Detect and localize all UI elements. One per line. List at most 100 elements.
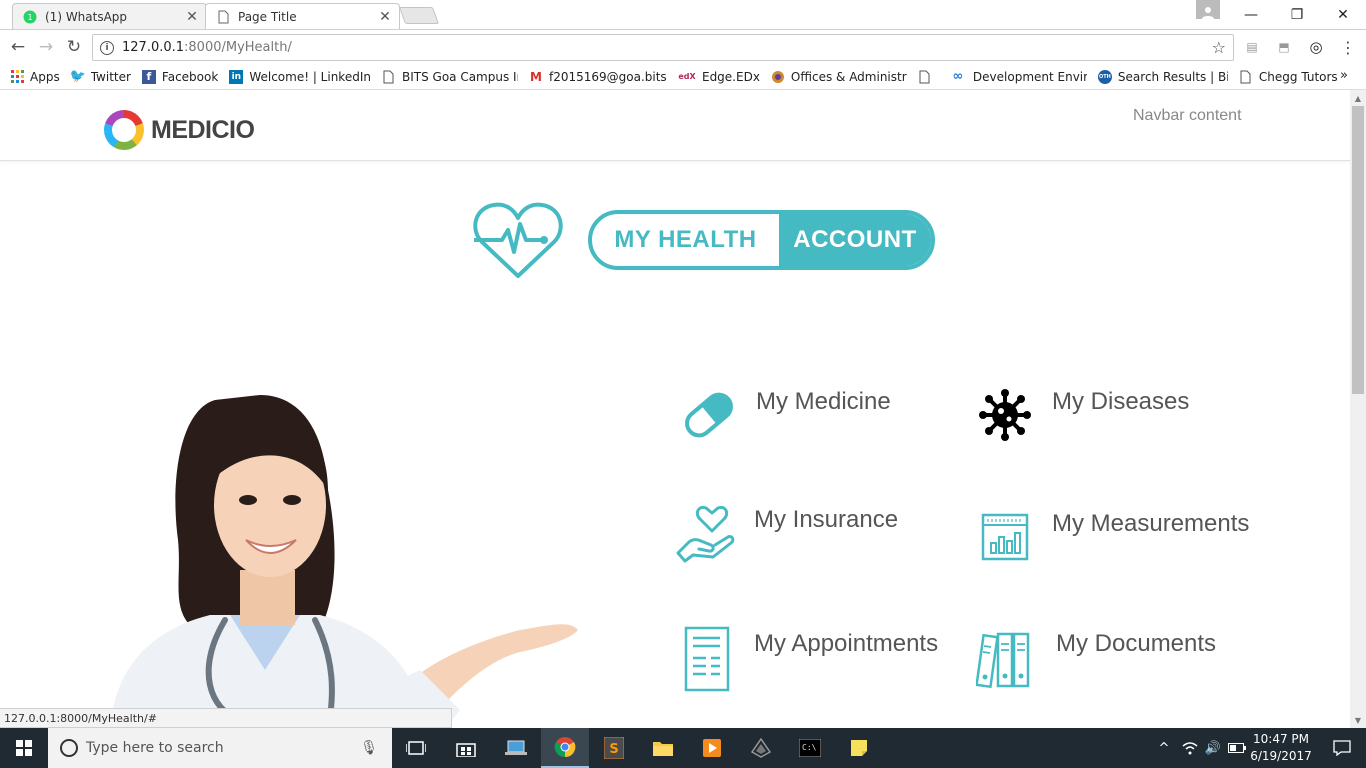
scroll-down-icon[interactable]: ▼ [1350, 712, 1366, 728]
menu-label: My Medicine [756, 388, 891, 415]
chart-icon [974, 506, 1036, 568]
bookmark-linkedin[interactable]: in Welcome! | LinkedIn [229, 69, 371, 84]
menu-my-insurance[interactable]: My Insurance [672, 502, 898, 570]
microphone-icon[interactable]: 🎙 [360, 740, 378, 756]
close-tab-icon[interactable]: ✕ [377, 9, 393, 25]
close-window-icon[interactable]: ✕ [1320, 0, 1366, 29]
tab-title: Page Title [238, 9, 297, 24]
apps-grid-icon [10, 70, 24, 84]
binders-icon [974, 626, 1036, 692]
search-results-icon: OTH [1097, 69, 1112, 84]
reload-icon[interactable]: ↻ [62, 36, 86, 58]
whatsapp-icon: 1 [23, 10, 37, 24]
sublime-text-icon[interactable]: S [590, 728, 638, 768]
url-host: 127.0.0.1 [122, 40, 185, 55]
bookmarks-more-icon[interactable]: » [1340, 68, 1348, 83]
page-viewport: MEDICIO Navbar content MY HEALTH ACCOUNT [0, 90, 1350, 728]
edx-icon: edX [678, 72, 696, 81]
bookmark-apps[interactable]: Apps [10, 70, 60, 84]
site-logo[interactable]: MEDICIO [104, 110, 255, 150]
bookmark-offices[interactable]: Offices & Administrati [771, 70, 907, 84]
new-tab-button[interactable] [398, 7, 440, 24]
task-view-icon[interactable] [392, 728, 440, 768]
pdf-extension-icon[interactable]: ⬒ [1276, 39, 1292, 55]
tab-title: (1) WhatsApp [45, 9, 128, 24]
scroll-thumb[interactable] [1352, 106, 1364, 394]
bookmark-gmail[interactable]: Mf2015169@goa.bits-p [529, 70, 667, 84]
tab-whatsapp[interactable]: 1 (1) WhatsApp ✕ [12, 3, 207, 29]
page-icon [918, 70, 932, 84]
heart-hand-icon [672, 502, 740, 570]
page-icon [1239, 70, 1253, 84]
tab-page-title[interactable]: Page Title ✕ [205, 3, 400, 29]
address-bar[interactable]: i 127.0.0.1:8000/MyHealth/ ☆ [92, 34, 1234, 61]
navbar-content[interactable]: Navbar content [1133, 107, 1242, 125]
menu-my-appointments[interactable]: My Appointments [674, 626, 938, 692]
menu-dots-icon[interactable]: ⋮ [1340, 38, 1356, 57]
file-explorer-icon[interactable] [639, 728, 687, 768]
app-blade-icon[interactable] [737, 728, 785, 768]
menu-label: My Diseases [1052, 388, 1190, 415]
media-player-icon[interactable] [688, 728, 736, 768]
chrome-icon[interactable] [541, 728, 589, 768]
profile-icon[interactable] [1196, 0, 1220, 19]
bookmark-development[interactable]: ∞Development Environ [949, 69, 1087, 84]
close-tab-icon[interactable]: ✕ [184, 9, 200, 25]
battery-icon[interactable] [1226, 728, 1248, 768]
back-icon[interactable]: ← [6, 36, 30, 58]
offices-icon [771, 70, 785, 84]
menu-my-medicine[interactable]: My Medicine [678, 384, 891, 446]
taskbar-clock[interactable]: 10:47 PM 6/19/2017 [1248, 731, 1314, 765]
clock-date: 6/19/2017 [1250, 749, 1312, 763]
cortana-icon [60, 739, 78, 757]
virus-icon [974, 384, 1036, 446]
linkedin-icon: in [229, 69, 244, 84]
my-health-account-banner: MY HEALTH ACCOUNT [588, 210, 935, 270]
bookmark-untitled[interactable] [918, 70, 938, 84]
bookmark-star-icon[interactable]: ☆ [1212, 38, 1226, 57]
restore-icon[interactable]: ❐ [1274, 0, 1320, 29]
facebook-icon: f [141, 69, 156, 84]
site-navbar: MEDICIO Navbar content [0, 90, 1350, 161]
tab-badge: 1 [27, 13, 32, 22]
logo-ring-icon [104, 110, 144, 150]
laptop-app-icon[interactable] [492, 728, 540, 768]
windows-start-icon[interactable] [0, 728, 48, 768]
page-icon [216, 10, 230, 24]
menu-my-diseases[interactable]: My Diseases [974, 384, 1189, 446]
menu-label: My Appointments [754, 630, 939, 657]
search-placeholder: Type here to search [86, 740, 224, 756]
bookmarks-bar: Apps 🐦 Twitter f Facebook in Welcome! | Lin… [0, 64, 1366, 90]
command-prompt-icon[interactable]: C:\ [786, 728, 834, 768]
sticky-notes-icon[interactable] [835, 728, 883, 768]
bookmark-facebook[interactable]: f Facebook [141, 69, 218, 84]
info-icon[interactable]: i [100, 40, 114, 55]
bookmark-chegg[interactable]: Chegg Tutors [1239, 70, 1338, 84]
bookmark-edx[interactable]: edX Edge.EDx [678, 70, 760, 84]
menu-my-measurements[interactable]: My Measurements [974, 506, 1249, 568]
action-center-icon[interactable] [1318, 728, 1366, 768]
taskbar-search-input[interactable]: Type here to search 🎙 [48, 728, 392, 768]
page-scrollbar[interactable]: ▲ ▼ [1350, 90, 1366, 728]
menu-label: My Insurance [754, 506, 899, 533]
wifi-icon[interactable] [1178, 728, 1202, 768]
scroll-up-icon[interactable]: ▲ [1350, 90, 1366, 106]
store-icon[interactable] [442, 728, 490, 768]
bookmark-twitter[interactable]: 🐦 Twitter [70, 69, 131, 84]
forward-icon[interactable]: → [34, 36, 58, 58]
volume-icon[interactable]: 🔊 [1202, 728, 1224, 768]
menu-label: My Documents [1056, 630, 1217, 657]
bookmark-search-results[interactable]: OTHSearch Results | Birla I [1097, 69, 1228, 84]
page-icon [382, 70, 396, 84]
extension-icon[interactable]: ▤ [1244, 39, 1260, 55]
banner-left-text: MY HEALTH [614, 226, 757, 253]
codeanywhere-icon: ∞ [952, 69, 964, 84]
extension-swirl-icon[interactable]: ◎ [1308, 38, 1324, 56]
brand-name: MEDICIO [151, 115, 255, 144]
windows-taskbar: Type here to search 🎙 S C:\ ^ 🔊 10:47 PM… [0, 728, 1366, 768]
tray-chevron-up-icon[interactable]: ^ [1152, 728, 1176, 768]
bookmark-bits-goa[interactable]: BITS Goa Campus Inte [382, 70, 518, 84]
minimize-icon[interactable]: — [1228, 0, 1274, 29]
svg-text:C:\: C:\ [802, 743, 817, 752]
menu-my-documents[interactable]: My Documents [974, 626, 1216, 692]
